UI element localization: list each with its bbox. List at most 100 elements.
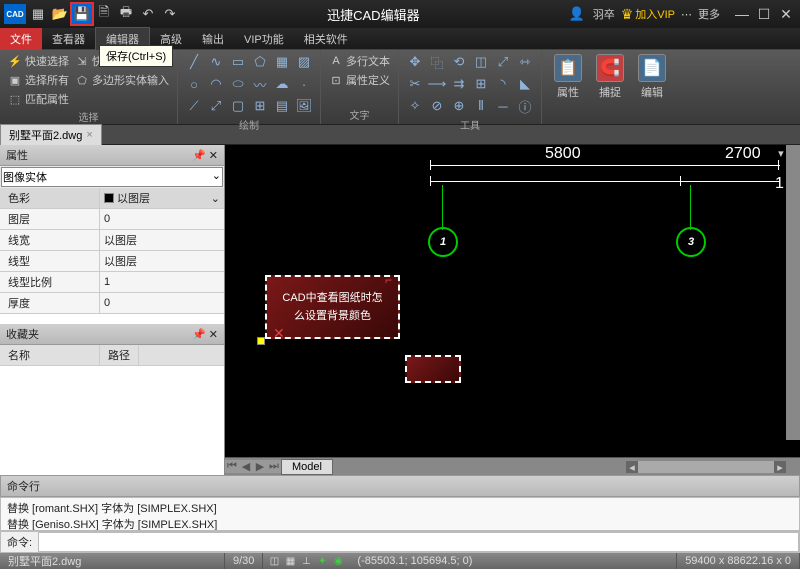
more-icon[interactable]: ⋯	[681, 8, 692, 21]
arc-icon[interactable]: ◠	[206, 74, 226, 94]
align-icon[interactable]: ⫴	[471, 96, 491, 116]
ellipse-icon[interactable]: ⬭	[228, 74, 248, 94]
filetab[interactable]: 别墅平面2.dwg ×	[0, 124, 102, 146]
chamfer-icon[interactable]: ◣	[515, 74, 535, 94]
menu-vip[interactable]: VIP功能	[234, 28, 294, 50]
quick-select[interactable]: ⚡快速选择	[6, 52, 71, 70]
mirror-icon[interactable]: ◫	[471, 52, 491, 72]
snap-toggle-icon[interactable]: ◫	[267, 554, 281, 568]
spline-icon[interactable]: 〰	[250, 74, 270, 94]
vip-button[interactable]: ♛加入VIP	[621, 6, 675, 23]
tab-prev-icon[interactable]: ◀	[239, 460, 253, 473]
cmd-input[interactable]	[38, 532, 799, 552]
poly-input[interactable]: ⬠多边形实体输入	[73, 71, 171, 89]
move-icon[interactable]: ✥	[405, 52, 425, 72]
print-icon[interactable]: 🖶	[116, 4, 136, 24]
more-label[interactable]: 更多	[698, 6, 720, 22]
prop-lt-val[interactable]: 以图层	[100, 251, 224, 271]
insert-icon[interactable]: ⊞	[250, 96, 270, 116]
selection-handle[interactable]	[257, 337, 265, 345]
ortho-toggle-icon[interactable]: ⊥	[299, 554, 313, 568]
fav-col-name[interactable]: 名称	[0, 345, 100, 365]
circle-icon[interactable]: ○	[184, 74, 204, 94]
divide-icon[interactable]: ─	[493, 96, 513, 116]
join-icon[interactable]: ⊕	[449, 96, 469, 116]
drawing-canvas[interactable]: 5800 2700 1 1 3 ⌐ CAD中查看图纸时怎 么设置背景颜色 ✕ ▾…	[225, 145, 800, 457]
explode-icon[interactable]: ✧	[405, 96, 425, 116]
v-scrollbar[interactable]	[786, 145, 800, 440]
offset-icon[interactable]: ⇉	[449, 74, 469, 94]
image-icon[interactable]: 🖼	[294, 96, 314, 116]
measure-icon[interactable]: ⓘ	[515, 96, 535, 116]
prop-lts-val[interactable]: 1	[100, 272, 224, 292]
snap-button[interactable]: 🧲捕捉	[590, 52, 630, 122]
raster-image-1[interactable]: ⌐ CAD中查看图纸时怎 么设置背景颜色 ✕	[265, 275, 400, 339]
copy-icon[interactable]: ⿻	[427, 52, 447, 72]
user-icon[interactable]: 👤	[567, 4, 587, 24]
match-props[interactable]: ⬚匹配属性	[6, 90, 71, 108]
break-icon[interactable]: ⊘	[427, 96, 447, 116]
point-icon[interactable]: ·	[294, 74, 314, 94]
edit-button[interactable]: 📄编辑	[632, 52, 672, 122]
user-name[interactable]: 羽卒	[593, 6, 615, 22]
ray-icon[interactable]: ⤢	[206, 96, 226, 116]
array-icon[interactable]: ⊞	[471, 74, 491, 94]
menu-viewer[interactable]: 查看器	[42, 28, 95, 50]
redo-icon[interactable]: ↷	[160, 4, 180, 24]
open-icon[interactable]: 📂	[50, 4, 70, 24]
table-icon[interactable]: ▤	[272, 96, 292, 116]
osnap-toggle-icon[interactable]: ◉	[331, 554, 345, 568]
tab-next-icon[interactable]: ▶	[253, 460, 267, 473]
fav-col-path[interactable]: 路径	[100, 345, 139, 365]
saveas-icon[interactable]: 🗎	[94, 4, 114, 24]
pin-icon[interactable]: 📌 ✕	[192, 149, 218, 162]
stretch-icon[interactable]: ⇿	[515, 52, 535, 72]
hatch-icon[interactable]: ▨	[294, 52, 314, 72]
polar-toggle-icon[interactable]: ✦	[315, 554, 329, 568]
polygon-icon[interactable]: ⬠	[250, 52, 270, 72]
undo-icon[interactable]: ↶	[138, 4, 158, 24]
raster-image-2[interactable]	[405, 355, 461, 383]
h-scrollbar[interactable]: ◂▸	[626, 461, 786, 473]
minimize-button[interactable]: —	[732, 5, 752, 23]
prop-color-val[interactable]: 以图层 ⌄	[100, 188, 224, 208]
scroll-left-icon[interactable]: ◂	[626, 461, 638, 473]
snap-icon: 🧲	[596, 54, 624, 82]
grid-toggle-icon[interactable]: ▦	[283, 554, 297, 568]
tab-last-icon[interactable]: ⏭	[267, 460, 281, 473]
fillet-icon[interactable]: ◝	[493, 74, 513, 94]
pline-icon[interactable]: ∿	[206, 52, 226, 72]
scale-icon[interactable]: ⤢	[493, 52, 513, 72]
pin-icon[interactable]: 📌 ✕	[192, 328, 218, 341]
prop-layer-val[interactable]: 0	[100, 209, 224, 229]
filetab-close-icon[interactable]: ×	[86, 129, 92, 141]
xline-icon[interactable]: ⟋	[184, 96, 204, 116]
entity-select[interactable]: 图像实体 ⌄	[1, 167, 223, 187]
extend-icon[interactable]: ⟶	[427, 74, 447, 94]
close-button[interactable]: ✕	[776, 5, 796, 23]
app-icon[interactable]: CAD	[4, 4, 26, 24]
save-icon[interactable]: 💾	[72, 4, 92, 24]
props-button[interactable]: 📋属性	[548, 52, 588, 122]
rect-icon[interactable]: ▭	[228, 52, 248, 72]
cloud-icon[interactable]: ☁	[272, 74, 292, 94]
scroll-right-icon[interactable]: ▸	[774, 461, 786, 473]
maximize-button[interactable]: ☐	[754, 5, 774, 23]
prop-lw-val[interactable]: 以图层	[100, 230, 224, 250]
new-icon[interactable]: ▦	[28, 4, 48, 24]
line-icon[interactable]: ╱	[184, 52, 204, 72]
region-icon[interactable]: ▦	[272, 52, 292, 72]
block-icon[interactable]: ▢	[228, 96, 248, 116]
menu-file[interactable]: 文件	[0, 28, 42, 50]
menu-related[interactable]: 相关软件	[294, 28, 358, 50]
model-tab[interactable]: Model	[281, 459, 333, 475]
mtext-button[interactable]: A多行文本	[327, 52, 392, 70]
trim-icon[interactable]: ✂	[405, 74, 425, 94]
doc-min-icon[interactable]: ▾	[778, 147, 784, 160]
rotate-icon[interactable]: ⟲	[449, 52, 469, 72]
attrdef-button[interactable]: ⊡属性定义	[327, 71, 392, 89]
prop-th-val[interactable]: 0	[100, 293, 224, 313]
select-all[interactable]: ▣选择所有	[6, 71, 71, 89]
menu-output[interactable]: 输出	[192, 28, 234, 50]
tab-first-icon[interactable]: ⏮	[225, 460, 239, 473]
